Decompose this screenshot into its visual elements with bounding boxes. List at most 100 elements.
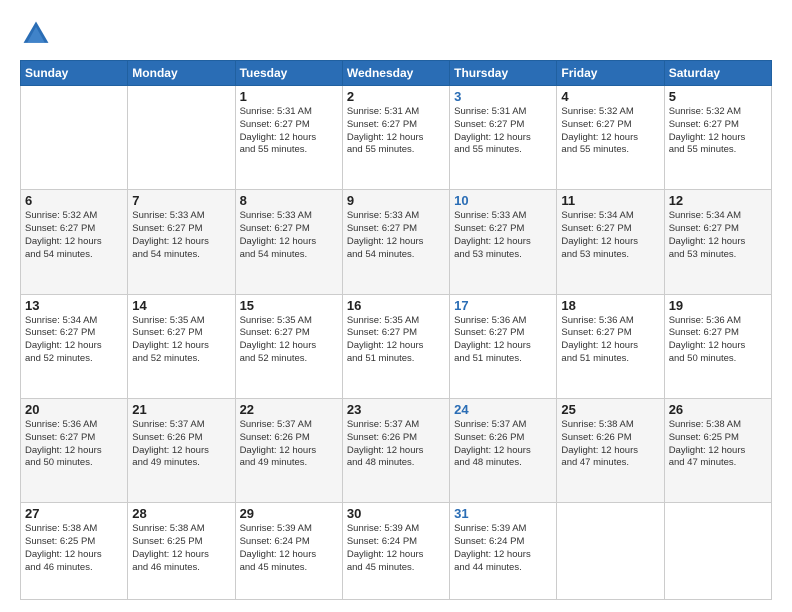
calendar-cell: 9Sunrise: 5:33 AMSunset: 6:27 PMDaylight… xyxy=(342,190,449,294)
calendar-cell: 16Sunrise: 5:35 AMSunset: 6:27 PMDayligh… xyxy=(342,294,449,398)
day-number: 3 xyxy=(454,89,552,104)
calendar-cell: 12 Sunrise: 5:34 AMSunset: 6:27 PMDayligh… xyxy=(664,190,771,294)
calendar-cell: 8Sunrise: 5:33 AMSunset: 6:27 PMDaylight… xyxy=(235,190,342,294)
calendar-row-4: 27 Sunrise: 5:38 AMSunset: 6:25 PMDayligh… xyxy=(21,503,772,600)
calendar-cell: 21 Sunrise: 5:37 AMSunset: 6:26 PMDayligh… xyxy=(128,398,235,502)
day-number: 19 xyxy=(669,298,767,313)
calendar-cell: 28 Sunrise: 5:38 AMSunset: 6:25 PMDayligh… xyxy=(128,503,235,600)
weekday-header-wednesday: Wednesday xyxy=(342,61,449,86)
cell-content: Sunrise: 5:36 AMSunset: 6:27 PMDaylight:… xyxy=(25,419,123,470)
cell-content: Sunrise: 5:37 AMSunset: 6:26 PMDaylight:… xyxy=(347,419,445,470)
day-number: 18 xyxy=(561,298,659,313)
calendar-cell: 2 Sunrise: 5:31 AMSunset: 6:27 PMDaylight… xyxy=(342,86,449,190)
calendar-row-0: 1 Sunrise: 5:31 AMSunset: 6:27 PMDaylight… xyxy=(21,86,772,190)
calendar-table: SundayMondayTuesdayWednesdayThursdayFrid… xyxy=(20,60,772,600)
cell-content: Sunrise: 5:36 AMSunset: 6:27 PMDaylight:… xyxy=(561,315,659,366)
cell-content: Sunrise: 5:38 AMSunset: 6:26 PMDaylight:… xyxy=(561,419,659,470)
weekday-header-tuesday: Tuesday xyxy=(235,61,342,86)
day-number: 27 xyxy=(25,506,123,521)
day-number: 31 xyxy=(454,506,552,521)
cell-content: Sunrise: 5:37 AMSunset: 6:26 PMDaylight:… xyxy=(132,419,230,470)
logo-icon xyxy=(20,18,52,50)
cell-content: Sunrise: 5:32 AMSunset: 6:27 PMDaylight:… xyxy=(669,106,767,157)
cell-content: Sunrise: 5:33 AMSunset: 6:27 PMDaylight:… xyxy=(454,210,552,261)
day-number: 22 xyxy=(240,402,338,417)
calendar-cell: 4 Sunrise: 5:32 AMSunset: 6:27 PMDaylight… xyxy=(557,86,664,190)
calendar-cell: 24Sunrise: 5:37 AMSunset: 6:26 PMDayligh… xyxy=(450,398,557,502)
calendar-cell: 26 Sunrise: 5:38 AMSunset: 6:25 PMDayligh… xyxy=(664,398,771,502)
cell-content: Sunrise: 5:31 AMSunset: 6:27 PMDaylight:… xyxy=(454,106,552,157)
cell-content: Sunrise: 5:35 AMSunset: 6:27 PMDaylight:… xyxy=(132,315,230,366)
calendar-cell: 14 Sunrise: 5:35 AMSunset: 6:27 PMDayligh… xyxy=(128,294,235,398)
day-number: 14 xyxy=(132,298,230,313)
calendar-cell: 31 Sunrise: 5:39 AMSunset: 6:24 PMDayligh… xyxy=(450,503,557,600)
weekday-header-monday: Monday xyxy=(128,61,235,86)
calendar-cell: 11Sunrise: 5:34 AMSunset: 6:27 PMDayligh… xyxy=(557,190,664,294)
day-number: 11 xyxy=(561,193,659,208)
calendar-cell: 29 Sunrise: 5:39 AMSunset: 6:24 PMDayligh… xyxy=(235,503,342,600)
cell-content: Sunrise: 5:36 AMSunset: 6:27 PMDaylight:… xyxy=(454,315,552,366)
calendar-cell: 25 Sunrise: 5:38 AMSunset: 6:26 PMDayligh… xyxy=(557,398,664,502)
cell-content: Sunrise: 5:33 AMSunset: 6:27 PMDaylight:… xyxy=(240,210,338,261)
day-number: 9 xyxy=(347,193,445,208)
calendar-cell: 15 Sunrise: 5:35 AMSunset: 6:27 PMDayligh… xyxy=(235,294,342,398)
page: SundayMondayTuesdayWednesdayThursdayFrid… xyxy=(0,0,792,612)
cell-content: Sunrise: 5:32 AMSunset: 6:27 PMDaylight:… xyxy=(561,106,659,157)
cell-content: Sunrise: 5:38 AMSunset: 6:25 PMDaylight:… xyxy=(25,523,123,574)
day-number: 1 xyxy=(240,89,338,104)
day-number: 30 xyxy=(347,506,445,521)
weekday-header-saturday: Saturday xyxy=(664,61,771,86)
cell-content: Sunrise: 5:39 AMSunset: 6:24 PMDaylight:… xyxy=(240,523,338,574)
cell-content: Sunrise: 5:39 AMSunset: 6:24 PMDaylight:… xyxy=(454,523,552,574)
cell-content: Sunrise: 5:37 AMSunset: 6:26 PMDaylight:… xyxy=(240,419,338,470)
day-number: 4 xyxy=(561,89,659,104)
day-number: 12 xyxy=(669,193,767,208)
day-number: 2 xyxy=(347,89,445,104)
calendar-cell: 19 Sunrise: 5:36 AMSunset: 6:27 PMDayligh… xyxy=(664,294,771,398)
cell-content: Sunrise: 5:35 AMSunset: 6:27 PMDaylight:… xyxy=(240,315,338,366)
day-number: 26 xyxy=(669,402,767,417)
day-number: 24 xyxy=(454,402,552,417)
day-number: 10 xyxy=(454,193,552,208)
calendar-row-1: 6 Sunrise: 5:32 AMSunset: 6:27 PMDaylight… xyxy=(21,190,772,294)
day-number: 23 xyxy=(347,402,445,417)
calendar-cell: 20 Sunrise: 5:36 AMSunset: 6:27 PMDayligh… xyxy=(21,398,128,502)
day-number: 13 xyxy=(25,298,123,313)
calendar-cell xyxy=(21,86,128,190)
calendar-cell: 22 Sunrise: 5:37 AMSunset: 6:26 PMDayligh… xyxy=(235,398,342,502)
cell-content: Sunrise: 5:34 AMSunset: 6:27 PMDaylight:… xyxy=(669,210,767,261)
calendar-cell: 7 Sunrise: 5:33 AMSunset: 6:27 PMDaylight… xyxy=(128,190,235,294)
cell-content: Sunrise: 5:39 AMSunset: 6:24 PMDaylight:… xyxy=(347,523,445,574)
calendar-cell: 5Sunrise: 5:32 AMSunset: 6:27 PMDaylight… xyxy=(664,86,771,190)
day-number: 15 xyxy=(240,298,338,313)
calendar-cell: 6 Sunrise: 5:32 AMSunset: 6:27 PMDaylight… xyxy=(21,190,128,294)
calendar-cell: 30 Sunrise: 5:39 AMSunset: 6:24 PMDayligh… xyxy=(342,503,449,600)
cell-content: Sunrise: 5:38 AMSunset: 6:25 PMDaylight:… xyxy=(669,419,767,470)
calendar-row-2: 13Sunrise: 5:34 AMSunset: 6:27 PMDayligh… xyxy=(21,294,772,398)
calendar-cell: 1Sunrise: 5:31 AMSunset: 6:27 PMDaylight… xyxy=(235,86,342,190)
day-number: 29 xyxy=(240,506,338,521)
calendar-cell: 17Sunrise: 5:36 AMSunset: 6:27 PMDayligh… xyxy=(450,294,557,398)
calendar-cell: 13Sunrise: 5:34 AMSunset: 6:27 PMDayligh… xyxy=(21,294,128,398)
calendar-cell: 27 Sunrise: 5:38 AMSunset: 6:25 PMDayligh… xyxy=(21,503,128,600)
cell-content: Sunrise: 5:32 AMSunset: 6:27 PMDaylight:… xyxy=(25,210,123,261)
weekday-header-friday: Friday xyxy=(557,61,664,86)
calendar-cell xyxy=(128,86,235,190)
cell-content: Sunrise: 5:38 AMSunset: 6:25 PMDaylight:… xyxy=(132,523,230,574)
day-number: 6 xyxy=(25,193,123,208)
header xyxy=(20,18,772,50)
day-number: 28 xyxy=(132,506,230,521)
cell-content: Sunrise: 5:33 AMSunset: 6:27 PMDaylight:… xyxy=(132,210,230,261)
cell-content: Sunrise: 5:31 AMSunset: 6:27 PMDaylight:… xyxy=(347,106,445,157)
calendar-row-3: 20 Sunrise: 5:36 AMSunset: 6:27 PMDayligh… xyxy=(21,398,772,502)
day-number: 7 xyxy=(132,193,230,208)
calendar-cell: 23 Sunrise: 5:37 AMSunset: 6:26 PMDayligh… xyxy=(342,398,449,502)
weekday-header-thursday: Thursday xyxy=(450,61,557,86)
day-number: 25 xyxy=(561,402,659,417)
weekday-header-sunday: Sunday xyxy=(21,61,128,86)
day-number: 20 xyxy=(25,402,123,417)
cell-content: Sunrise: 5:35 AMSunset: 6:27 PMDaylight:… xyxy=(347,315,445,366)
cell-content: Sunrise: 5:36 AMSunset: 6:27 PMDaylight:… xyxy=(669,315,767,366)
logo xyxy=(20,18,56,50)
day-number: 21 xyxy=(132,402,230,417)
